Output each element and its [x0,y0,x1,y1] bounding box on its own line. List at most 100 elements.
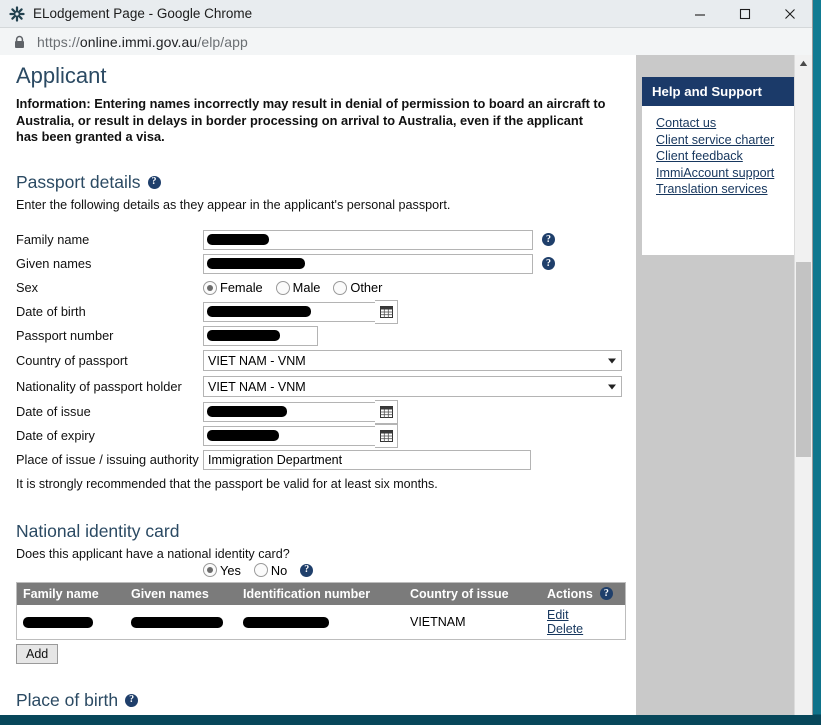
link-client-feedback[interactable]: Client feedback [656,149,795,164]
passport-details-heading-label: Passport details [16,171,141,192]
link-translation-services[interactable]: Translation services [656,182,795,197]
national-identity-question: Does this applicant have a national iden… [16,546,290,561]
passport-details-heading: Passport details ? [16,172,622,193]
page-scrollbar[interactable] [794,55,812,715]
field-row-given-names: Given names ? [16,252,622,276]
link-immiaccount-support[interactable]: ImmiAccount support [656,166,795,181]
help-panel-heading: Help and Support [642,77,795,106]
national-identity-option-yes[interactable]: Yes [203,563,241,578]
place-of-birth-heading-label: Place of birth [16,689,119,710]
family-name-label: Family name [16,232,90,248]
sex-radio-group: Female Male Other [203,280,391,295]
calendar-icon[interactable] [375,299,398,324]
scrollbar-thumb[interactable] [796,262,811,457]
window-title-bar: ELodgement Page - Google Chrome [0,0,812,28]
table-row: VIETNAM Edit Delete [16,604,626,640]
redaction-bar [207,329,280,341]
link-client-service-charter[interactable]: Client service charter [656,133,795,148]
help-icon[interactable]: ? [542,257,555,271]
field-row-nationality: Nationality of passport holder VIET NAM … [16,374,622,400]
help-icon[interactable]: ? [300,563,314,577]
page-content: Applicant Information: Entering names in… [0,55,795,715]
main-column: Applicant Information: Entering names in… [0,55,636,715]
cell-family-name [16,604,125,640]
table-header-row: Family name Given names Identification n… [16,582,626,605]
given-names-label: Given names [16,256,92,272]
radio-button-yes[interactable] [203,563,217,578]
date-of-expiry-label: Date of expiry [16,428,95,444]
national-identity-heading: National identity card [16,521,622,542]
field-row-date-of-issue: Date of issue [16,399,622,424]
chevron-down-icon [608,384,616,390]
sex-option-female[interactable]: Female [203,280,263,295]
sex-option-male[interactable]: Male [275,280,320,295]
national-identity-option-no[interactable]: No [253,562,288,578]
redaction-bar [207,257,305,269]
sidebar-gray-top [642,55,795,77]
help-icon[interactable]: ? [599,587,613,601]
maximize-button[interactable] [722,0,767,27]
minimize-button[interactable] [677,0,722,27]
radio-button-other[interactable] [333,280,348,295]
window-title: ELodgement Page - Google Chrome [33,5,253,21]
given-names-input[interactable] [203,253,533,274]
cell-given-names [125,604,237,640]
help-icon[interactable]: ? [125,693,139,707]
cell-country-of-issue: VIETNAM [404,604,541,640]
url-path: /elp/app [197,33,248,50]
column-header-family-name: Family name [16,582,125,605]
page-title: Applicant [16,63,107,88]
link-contact-us[interactable]: Contact us [656,116,795,131]
help-panel-links: Contact us Client service charter Client… [642,106,795,213]
calendar-icon[interactable] [375,399,398,424]
address-bar[interactable]: https://online.immi.gov.au/elp/app [0,28,812,56]
field-row-family-name: Family name ? [16,228,622,252]
sex-option-other[interactable]: Other [333,280,382,295]
window-controls [677,0,812,27]
table-body: VIETNAM Edit Delete [16,604,626,640]
passport-number-input[interactable] [203,325,318,346]
help-icon[interactable]: ? [542,233,555,247]
place-of-issue-input[interactable]: Immigration Department [203,449,531,470]
place-of-birth-heading: Place of birth ? [16,690,622,711]
help-and-support-panel: Help and Support Contact us Client servi… [642,77,795,213]
scroll-up-icon[interactable] [795,55,812,72]
field-row-sex: Sex Female Male Other [16,276,622,300]
nationality-select[interactable]: VIET NAM - VNM [203,376,622,398]
column-header-actions-label: Actions [547,586,593,601]
date-of-issue-input[interactable] [203,401,375,422]
redaction-bar [243,617,329,629]
lock-icon [13,35,26,49]
redaction-bar [207,429,279,441]
radio-button-female[interactable] [203,280,217,295]
add-button[interactable]: Add [16,643,59,664]
national-identity-option-no-label: No [270,562,288,578]
column-header-identification-number: Identification number [237,582,404,605]
calendar-icon[interactable] [375,423,398,448]
edit-link[interactable]: Edit [547,608,569,622]
address-bar-url: https://online.immi.gov.au/elp/app [37,34,248,50]
radio-button-no[interactable] [253,563,268,578]
cell-identification-number [237,604,404,640]
url-host: online.immi.gov.au [79,33,198,50]
nationality-label: Nationality of passport holder [16,379,182,395]
date-of-issue-label: Date of issue [16,404,91,420]
national-identity-heading-label: National identity card [16,520,180,541]
country-of-passport-value: VIET NAM - VNM [208,353,306,368]
delete-link[interactable]: Delete [547,622,583,636]
redaction-bar [207,305,311,317]
national-identity-radio-group: Yes No ? [203,563,622,578]
date-of-expiry-input[interactable] [203,425,375,446]
close-button[interactable] [767,0,812,27]
sex-option-female-label: Female [220,280,263,296]
help-icon[interactable]: ? [147,175,161,189]
date-of-birth-input[interactable] [203,301,375,322]
sidebar-gray-bottom [642,255,795,715]
country-of-passport-select[interactable]: VIET NAM - VNM [203,350,622,372]
cell-actions: Edit Delete [541,604,626,640]
nationality-value: VIET NAM - VNM [208,379,306,394]
family-name-input[interactable] [203,229,533,250]
date-of-birth-label: Date of birth [16,304,86,320]
column-header-actions: Actions ? [541,582,626,605]
radio-button-male[interactable] [275,280,290,295]
